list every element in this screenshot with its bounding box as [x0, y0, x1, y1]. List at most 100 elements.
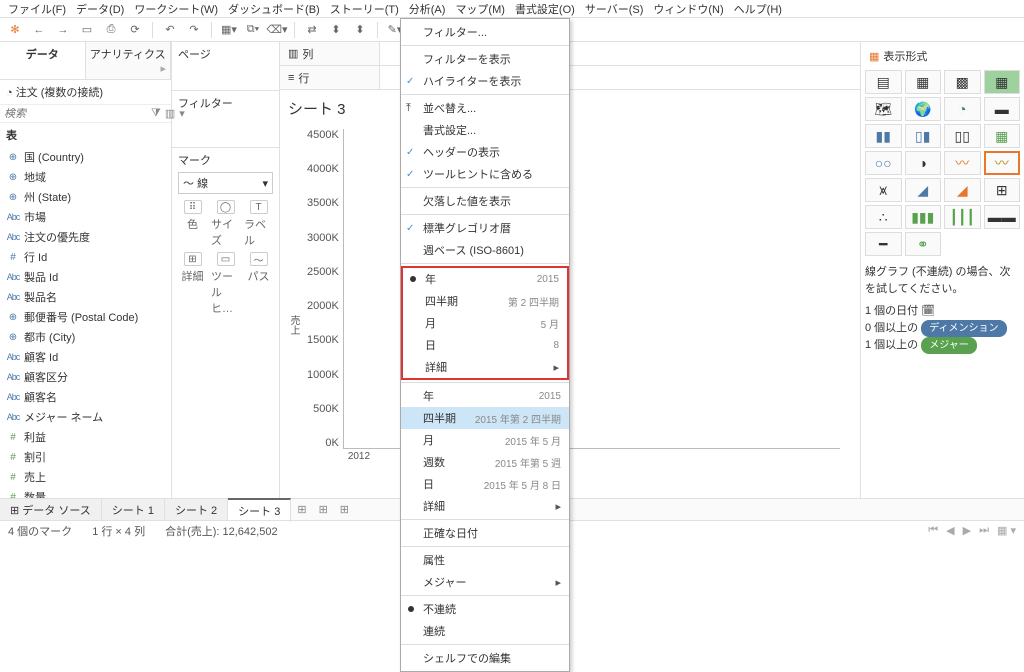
menu-quarter[interactable]: 四半期第 2 四半期 — [403, 290, 567, 312]
thumb-sideview[interactable]: ◑ — [905, 151, 942, 175]
thumb-circle[interactable]: ○○ — [865, 151, 902, 175]
menu-gregorian[interactable]: ✓標準グレゴリオ暦 — [401, 217, 569, 239]
pages-card[interactable]: ページ — [172, 42, 279, 91]
field-region[interactable]: ⊕地域 — [0, 167, 171, 187]
menu-story[interactable]: ストーリー(T) — [326, 1, 403, 17]
forward-icon[interactable]: → — [54, 21, 72, 39]
fields-list[interactable]: ⊕国 (Country) ⊕地域 ⊕州 (State) Abc市場 Abc注文の… — [0, 147, 171, 520]
thumb-filledmap[interactable]: 🌍 — [905, 97, 942, 121]
thumb-area-cont[interactable]: ◢ — [905, 178, 942, 202]
sort-asc-icon[interactable]: ⬍ — [327, 21, 345, 39]
menu-format[interactable]: 書式設定... — [401, 119, 569, 141]
back-icon[interactable]: ← — [30, 21, 48, 39]
thumb-sidebar[interactable]: ▯▮ — [905, 124, 942, 148]
thumb-heatmap[interactable]: ▦ — [905, 70, 942, 94]
menu-file[interactable]: ファイル(F) — [4, 1, 70, 17]
menu-week-trunc[interactable]: 週数2015 年第 5 週 — [401, 451, 569, 473]
field-sales[interactable]: #売上 — [0, 467, 171, 487]
menu-worksheet[interactable]: ワークシート(W) — [130, 1, 222, 17]
save-icon[interactable]: ▭ — [78, 21, 96, 39]
sheet-title[interactable]: シート 3 — [280, 90, 860, 125]
thumb-boxplot[interactable]: ┃┃┃ — [944, 205, 981, 229]
thumb-packed[interactable]: ⚭ — [905, 232, 942, 256]
filter-icon[interactable]: ⧩ — [151, 107, 161, 120]
field-priority[interactable]: Abc注文の優先度 — [0, 227, 171, 247]
tab-analytics[interactable]: アナリティクス▸ — [86, 42, 172, 79]
menu-attribute[interactable]: 属性 — [401, 549, 569, 571]
menu-day[interactable]: 日8 — [403, 334, 567, 356]
menu-show-filter[interactable]: フィルターを表示 — [401, 48, 569, 70]
thumb-histogram[interactable]: ▮▮▮ — [905, 205, 942, 229]
thumb-pie[interactable]: ◔ — [944, 97, 981, 121]
menu-year[interactable]: 年2015 — [403, 268, 567, 290]
thumb-line-disc[interactable]: 〰 — [984, 151, 1021, 175]
menu-measure[interactable]: メジャー▸ — [401, 571, 569, 593]
nav-first-icon[interactable]: ⏮ — [928, 524, 938, 537]
field-productid[interactable]: Abc製品 Id — [0, 267, 171, 287]
field-rowid[interactable]: #行 Id — [0, 247, 171, 267]
field-segment[interactable]: Abc顧客区分 — [0, 367, 171, 387]
thumb-bullet[interactable]: ━ — [865, 232, 902, 256]
tableau-logo-icon[interactable]: ✻ — [6, 21, 24, 39]
y-axis[interactable]: 4500K4000K3500K3000K2500K2000K1500K1000K… — [303, 129, 343, 449]
datasource-item[interactable]: ◔ 注文 (複数の接続) — [0, 80, 171, 105]
thumb-highlight[interactable]: ▩ — [944, 70, 981, 94]
thumb-line-cont[interactable]: 〰 — [944, 151, 981, 175]
tooltip-icon[interactable]: ▭ — [217, 252, 235, 266]
field-discount[interactable]: #割引 — [0, 447, 171, 467]
search-input[interactable] — [4, 108, 147, 120]
field-country[interactable]: ⊕国 (Country) — [0, 147, 171, 167]
redo-icon[interactable]: ↷ — [185, 21, 203, 39]
thumb-hbar[interactable]: ▬ — [984, 97, 1021, 121]
thumb-treemap[interactable]: ▦ — [984, 124, 1021, 148]
clear-icon[interactable]: ⌫▾ — [268, 21, 286, 39]
field-market[interactable]: Abc市場 — [0, 207, 171, 227]
swap-icon[interactable]: ⇄ — [303, 21, 321, 39]
menu-day-trunc[interactable]: 日2015 年 5 月 8 日 — [401, 473, 569, 495]
label-icon[interactable]: T — [250, 200, 268, 214]
tab-datasource[interactable]: ⊞ データ ソース — [0, 499, 102, 521]
field-city[interactable]: ⊕都市 (City) — [0, 327, 171, 347]
thumb-area-disc[interactable]: ◢ — [944, 178, 981, 202]
filters-card[interactable]: フィルター — [172, 91, 279, 148]
path-icon[interactable]: 〜 — [250, 252, 268, 266]
menu-exact-date[interactable]: 正確な日付 — [401, 522, 569, 544]
thumb-crosstab[interactable]: ▦ — [984, 70, 1021, 94]
menu-month-trunc[interactable]: 月2015 年 5 月 — [401, 429, 569, 451]
thumb-dualline[interactable]: ⩙ — [865, 178, 902, 202]
new-dashboard-icon[interactable]: ⊞ — [313, 500, 334, 519]
y-axis-title[interactable]: 売上 — [286, 315, 303, 335]
menu-detail-trunc[interactable]: 詳細▸ — [401, 495, 569, 517]
menu-show-missing[interactable]: 欠落した値を表示 — [401, 190, 569, 212]
tab-sheet2[interactable]: シート 2 — [165, 499, 228, 521]
thumb-gantt[interactable]: ▬▬ — [984, 205, 1021, 229]
menu-iso8601[interactable]: 週ベース (ISO-8601) — [401, 239, 569, 261]
menu-discrete[interactable]: 不連続 — [401, 598, 569, 620]
thumb-scatter[interactable]: ∴ — [865, 205, 902, 229]
new-sheet-icon[interactable]: ▦▾ — [220, 21, 238, 39]
menu-year-trunc[interactable]: 年2015 — [401, 385, 569, 407]
menu-help[interactable]: ヘルプ(H) — [730, 1, 786, 17]
nav-prev-icon[interactable]: ◀ — [946, 524, 954, 537]
thumb-dualcomb[interactable]: ⊞ — [984, 178, 1021, 202]
new-worksheet-icon[interactable]: ⊞ — [291, 500, 312, 519]
menu-server[interactable]: サーバー(S) — [581, 1, 648, 17]
menu-detail[interactable]: 詳細▸ — [403, 356, 567, 378]
thumb-stackbar[interactable]: ▮▮ — [865, 124, 902, 148]
field-customername[interactable]: Abc顧客名 — [0, 387, 171, 407]
sort-desc-icon[interactable]: ⬍ — [351, 21, 369, 39]
view-grid-icon[interactable]: ▦ ▾ — [997, 524, 1016, 537]
menu-show-highlighter[interactable]: ✓ハイライターを表示 — [401, 70, 569, 92]
menu-continuous[interactable]: 連続 — [401, 620, 569, 642]
thumb-text-table[interactable]: ▤ — [865, 70, 902, 94]
undo-icon[interactable]: ↶ — [161, 21, 179, 39]
field-productname[interactable]: Abc製品名 — [0, 287, 171, 307]
field-profit[interactable]: #利益 — [0, 427, 171, 447]
menu-include-tooltip[interactable]: ✓ツールヒントに含める — [401, 163, 569, 185]
tab-sheet3[interactable]: シート 3 — [228, 498, 291, 522]
tab-data[interactable]: データ — [0, 42, 86, 79]
thumb-symbolmap[interactable]: 🗺 — [865, 97, 902, 121]
field-measurenames[interactable]: Abcメジャー ネーム — [0, 407, 171, 427]
menu-edit-shelf[interactable]: シェルフでの編集 — [401, 647, 569, 669]
duplicate-icon[interactable]: ⧉▾ — [244, 21, 262, 39]
